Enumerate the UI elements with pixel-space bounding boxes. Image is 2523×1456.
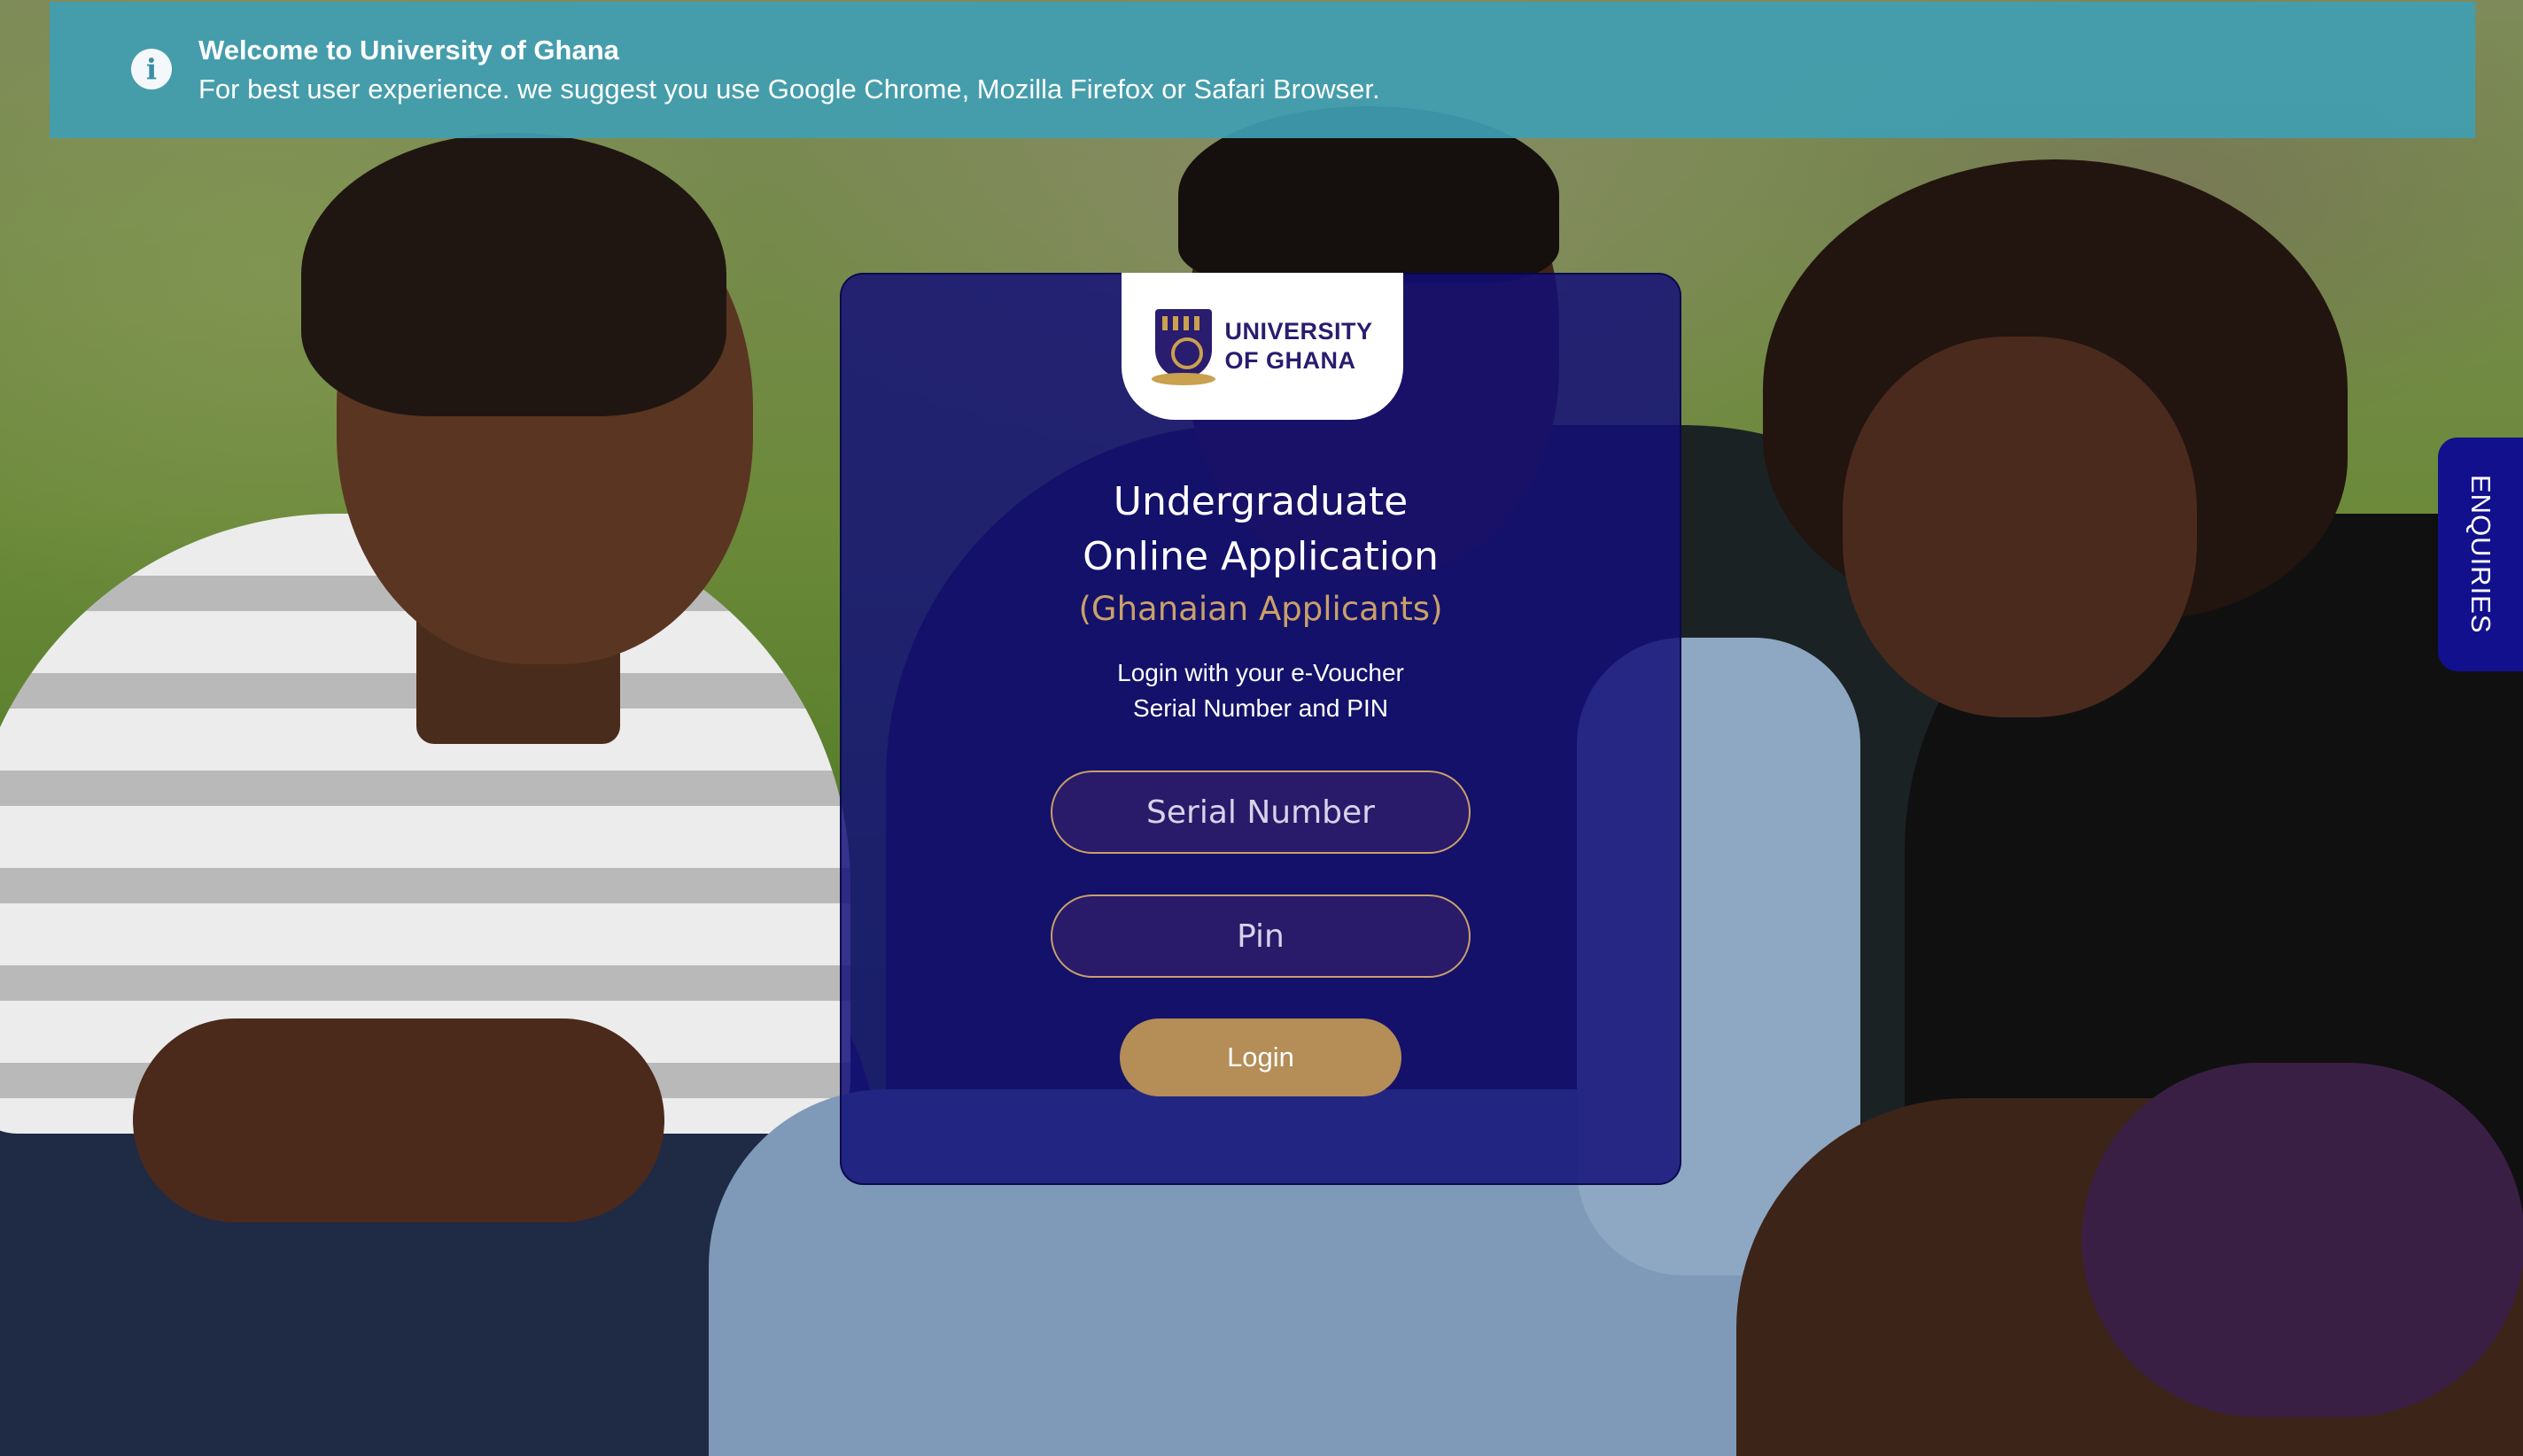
enquiries-label: ENQUIRIES — [2465, 475, 2496, 634]
banner-text: Welcome to University of Ghana For best … — [198, 31, 1380, 109]
logo-wordmark: UNIVERSITY OF GHANA — [1224, 317, 1372, 376]
instruction-line-2: Serial Number and PIN — [1133, 694, 1388, 722]
background-figure — [2082, 1063, 2523, 1417]
welcome-banner: i Welcome to University of Ghana For bes… — [50, 2, 2475, 138]
logo-line-1: UNIVERSITY — [1224, 318, 1373, 345]
serial-number-input[interactable] — [1051, 771, 1471, 854]
enquiries-tab[interactable]: ENQUIRIES — [2438, 438, 2523, 671]
background-figure — [301, 133, 726, 416]
page-title-line-1: Undergraduate — [1113, 479, 1409, 524]
crest-icon — [1152, 306, 1216, 387]
info-icon: i — [131, 49, 172, 89]
university-logo: UNIVERSITY OF GHANA — [1122, 273, 1403, 420]
login-card: UNIVERSITY OF GHANA Undergraduate Online… — [840, 273, 1681, 1185]
login-instructions: Login with your e-Voucher Serial Number … — [842, 655, 1680, 726]
page-title-line-2: Online Application — [1083, 534, 1439, 579]
instruction-line-1: Login with your e-Voucher — [1117, 659, 1404, 686]
pin-input[interactable] — [1051, 895, 1471, 978]
login-button[interactable]: Login — [1120, 1018, 1401, 1096]
banner-message: For best user experience. we suggest you… — [198, 74, 1380, 105]
banner-title: Welcome to University of Ghana — [198, 35, 619, 66]
page-subtitle: (Ghanaian Applicants) — [1078, 590, 1443, 628]
crest-ribbon — [1152, 373, 1216, 385]
crest-shield — [1155, 309, 1213, 378]
background-figure — [1843, 337, 2197, 717]
background-figure — [133, 1018, 664, 1222]
logo-line-2: OF GHANA — [1224, 347, 1356, 374]
